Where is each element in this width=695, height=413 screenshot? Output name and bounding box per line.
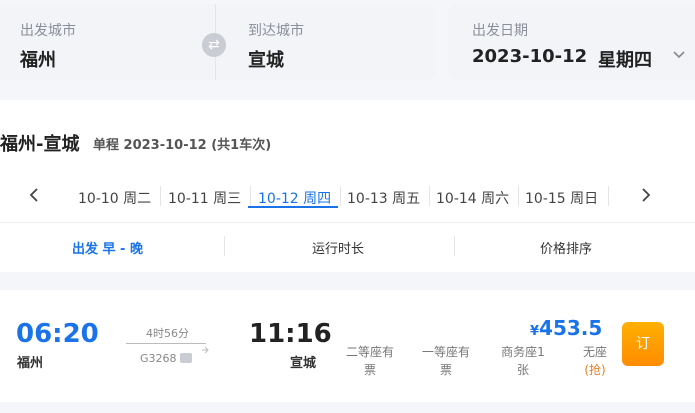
route-line xyxy=(126,343,206,344)
grab-ticket-link[interactable]: (抢) xyxy=(578,361,612,379)
date-tab-divider xyxy=(518,186,519,206)
seat-line: 二等座有 xyxy=(345,345,394,359)
seat-second-class: 二等座有 票 xyxy=(344,343,396,379)
prev-date-icon[interactable] xyxy=(28,184,40,208)
active-date-underline xyxy=(248,206,338,208)
seat-line: 票 xyxy=(439,363,452,377)
date-tab-10-12[interactable]: 10-12 周四 xyxy=(258,188,331,208)
to-city-label: 到达城市 xyxy=(248,23,304,39)
from-city-field[interactable]: 出发城市 福州 xyxy=(20,20,76,72)
sort-bar-divider xyxy=(0,222,695,223)
train-number: G3268 xyxy=(140,352,177,365)
travel-duration: 4时56分 xyxy=(146,327,189,340)
weekday-value: 星期四 xyxy=(598,50,652,71)
sort-price[interactable]: 价格排序 xyxy=(540,238,592,257)
date-tab-divider xyxy=(340,186,341,206)
ticket-price: ¥453.5 xyxy=(530,316,602,340)
chevron-down-icon[interactable] xyxy=(672,48,686,64)
from-city-value: 福州 xyxy=(20,50,56,71)
date-picker-field[interactable]: 出发日期 2023-10-12 星期四 xyxy=(448,4,695,80)
seat-first-class: 一等座有 票 xyxy=(420,343,472,379)
seat-business-class: 商务座1 张 xyxy=(498,343,548,379)
sort-divider xyxy=(224,236,225,256)
date-value: 2023-10-12 xyxy=(472,46,588,67)
date-tab-divider xyxy=(250,186,251,206)
to-city-value: 宣城 xyxy=(248,50,284,71)
book-button[interactable]: 订 xyxy=(622,322,664,366)
date-tab-divider xyxy=(429,186,430,206)
next-date-icon[interactable] xyxy=(640,184,652,208)
arrival-time: 11:16 xyxy=(249,319,332,349)
departure-time: 06:20 xyxy=(16,319,99,349)
train-info-icon[interactable] xyxy=(180,353,192,363)
sort-divider xyxy=(454,236,455,256)
arrow-right-icon xyxy=(202,339,210,358)
date-tab-divider xyxy=(160,186,161,206)
date-tab-10-10[interactable]: 10-10 周二 xyxy=(78,188,151,208)
seat-line: 无座 xyxy=(582,345,607,359)
arrival-station: 宣城 xyxy=(290,356,317,371)
date-tab-10-15[interactable]: 10-15 周日 xyxy=(525,188,598,208)
page-title: 福州-宣城 xyxy=(0,134,80,155)
to-city-field[interactable]: 到达城市 宣城 xyxy=(248,20,304,72)
from-city-label: 出发城市 xyxy=(20,23,76,39)
currency-symbol: ¥ xyxy=(530,324,540,339)
seat-line: 商务座1 xyxy=(501,345,545,359)
date-tab-10-14[interactable]: 10-14 周六 xyxy=(436,188,509,208)
date-tab-10-11[interactable]: 10-11 周三 xyxy=(168,188,241,208)
price-value: 453.5 xyxy=(539,316,603,340)
trip-summary: 单程 2023-10-12 (共1车次) xyxy=(93,138,272,153)
seat-line: 票 xyxy=(363,363,376,377)
swap-cities-icon[interactable]: ⇄ xyxy=(202,33,226,57)
route-search-card: 出发城市 福州 ⇄ 到达城市 宣城 xyxy=(0,4,436,80)
sort-duration[interactable]: 运行时长 xyxy=(312,238,364,257)
seat-line: 一等座有 xyxy=(421,345,470,359)
date-tab-10-13[interactable]: 10-13 周五 xyxy=(347,188,420,208)
sort-departure[interactable]: 出发 早 - 晚 xyxy=(72,238,143,257)
date-tab-divider xyxy=(608,186,609,206)
departure-station: 福州 xyxy=(17,356,44,371)
date-label: 出发日期 xyxy=(472,23,528,39)
seat-no-seat: 无座 (抢) xyxy=(578,343,612,379)
seat-line: 张 xyxy=(516,363,529,377)
